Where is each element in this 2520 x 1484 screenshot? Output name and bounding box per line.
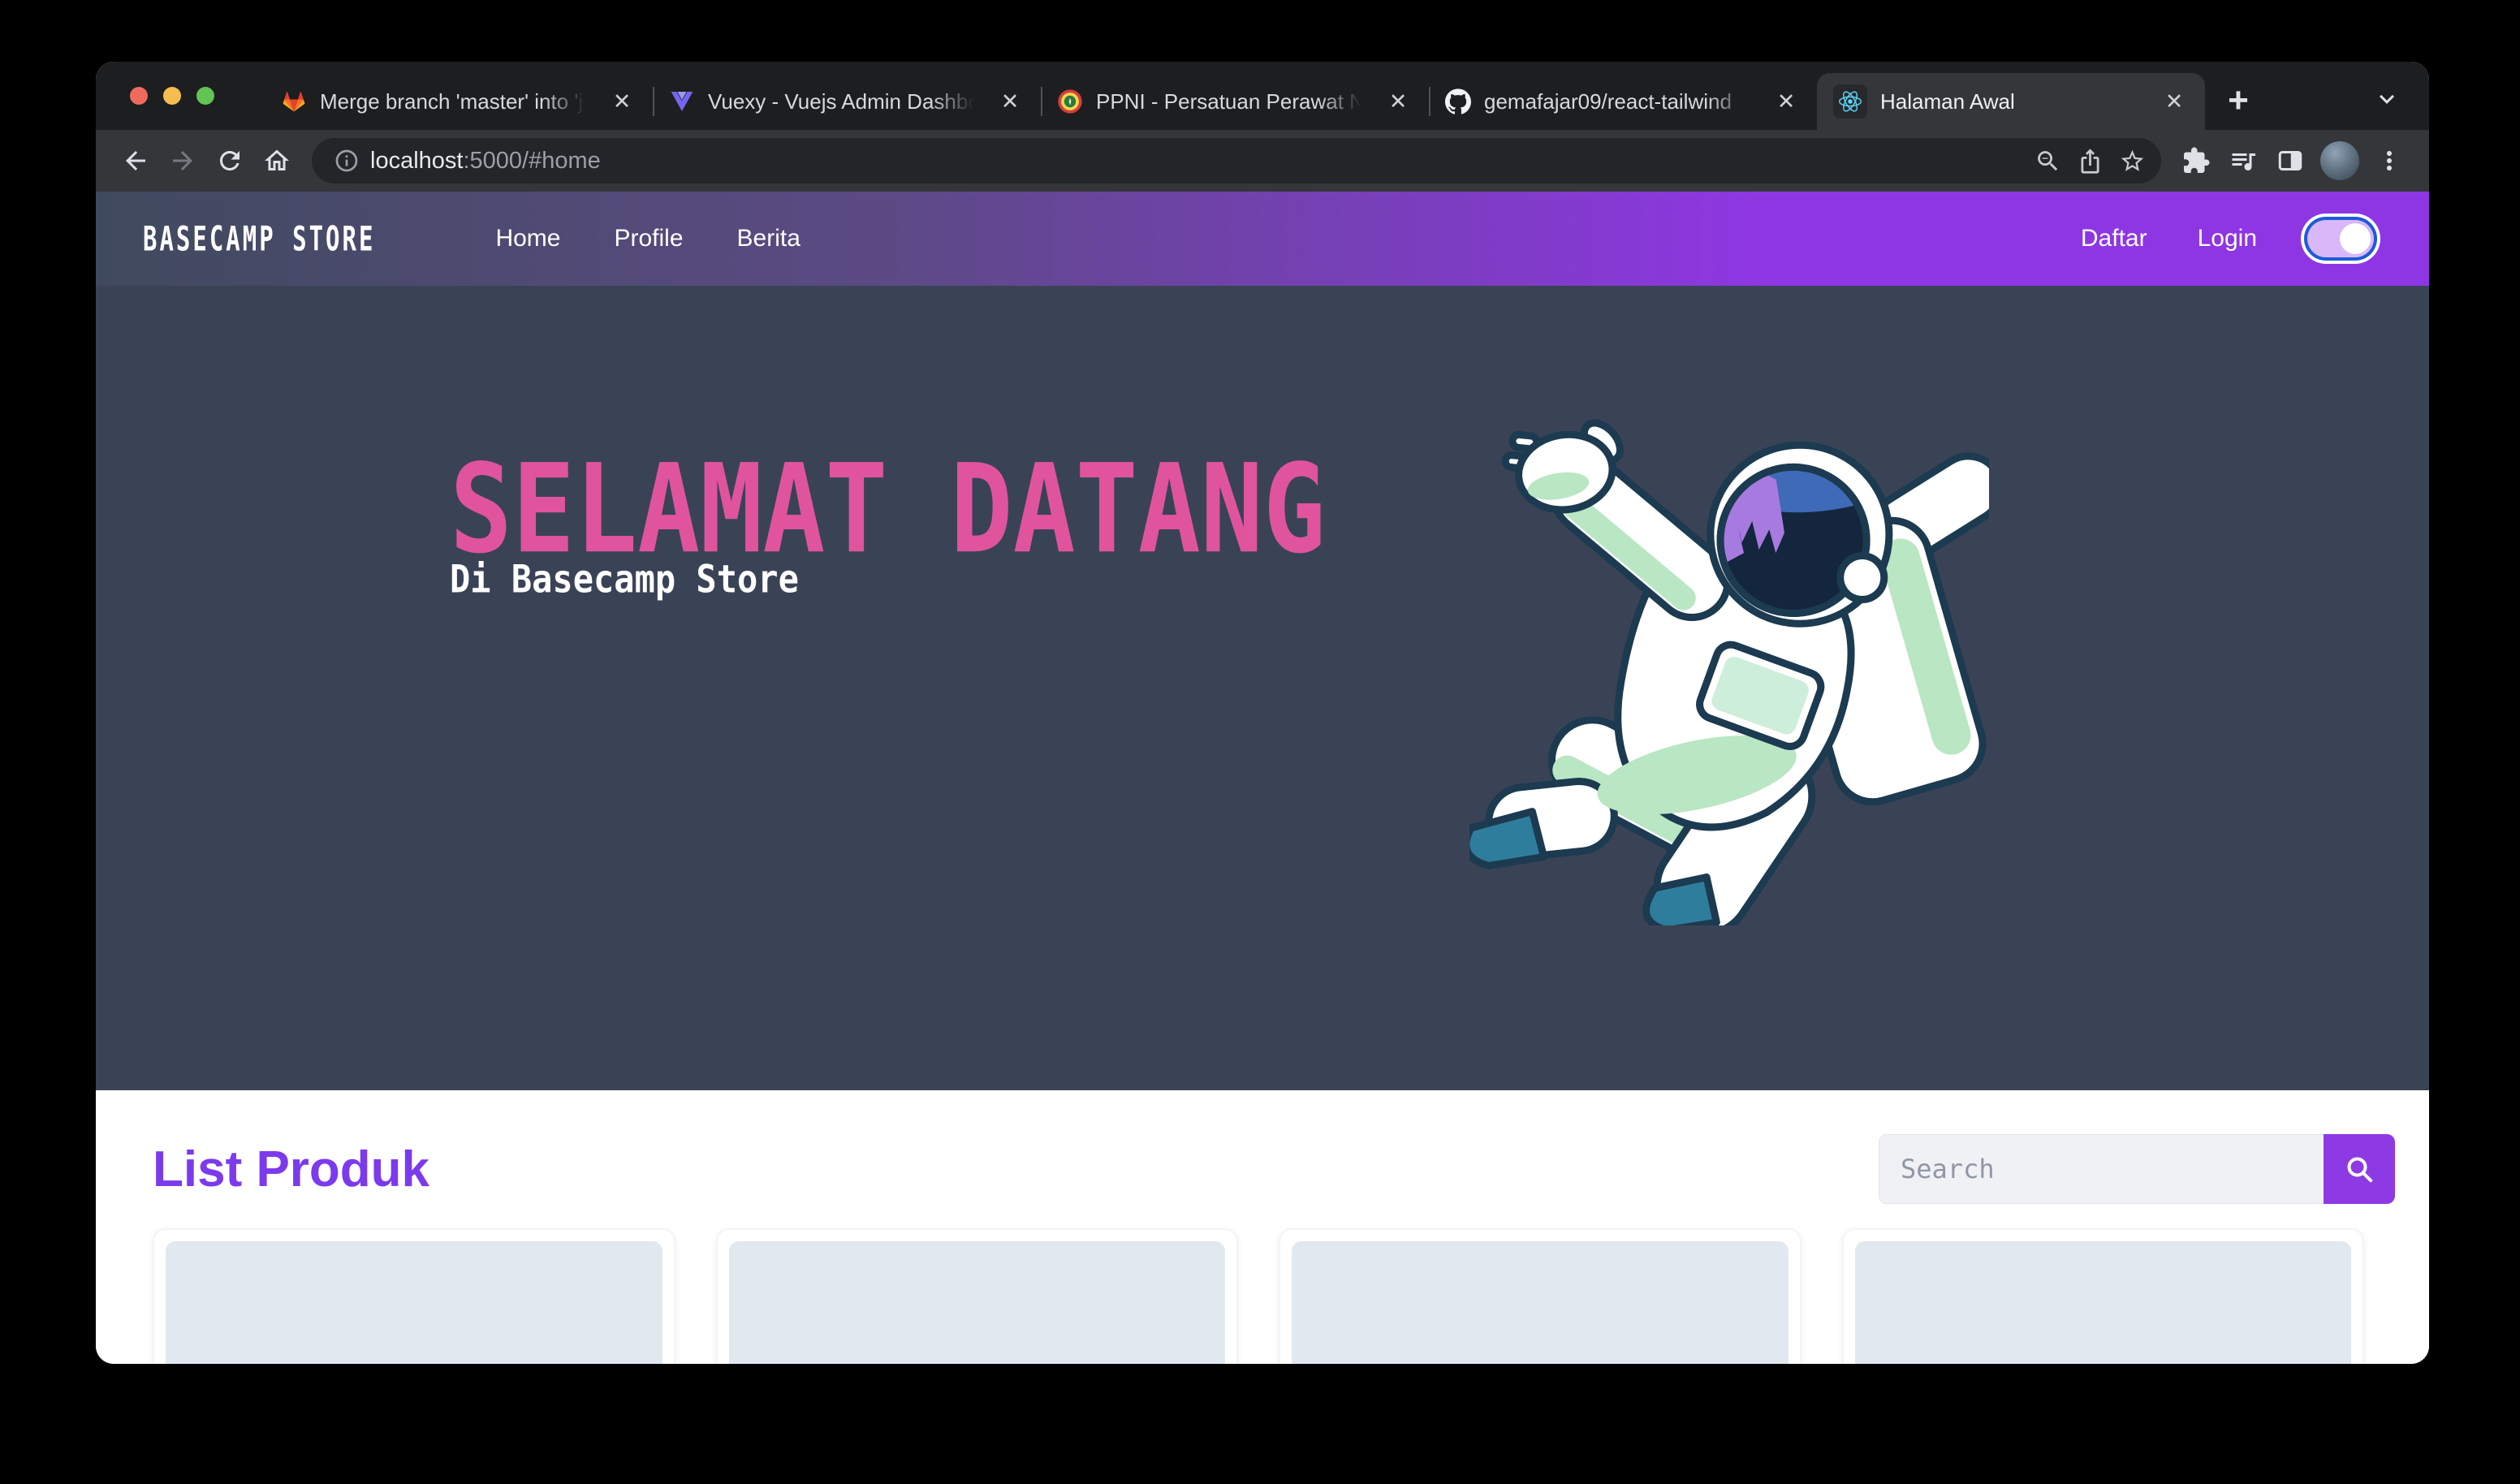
address-bar[interactable]: localhost:5000/#home — [312, 138, 2161, 183]
nav-link-home[interactable]: Home — [495, 225, 560, 252]
products-section: List Produk — [96, 1090, 2429, 1364]
zoom-out-icon[interactable] — [2026, 140, 2069, 182]
tab-title: Vuexy - Vuejs Admin Dashboard — [708, 89, 979, 114]
new-tab-button[interactable]: + — [2215, 77, 2262, 124]
ppni-icon — [1057, 88, 1083, 114]
browser-window: Merge branch 'master' into 'jiha ✕ Vuexy… — [96, 62, 2429, 1364]
react-icon — [1837, 88, 1863, 114]
media-controls-icon[interactable] — [2220, 137, 2267, 184]
search-input[interactable] — [1879, 1134, 2324, 1204]
product-card[interactable] — [1842, 1228, 2365, 1364]
extensions-puzzle-icon[interactable] — [2173, 137, 2220, 184]
astronaut-illustration — [1469, 398, 1989, 925]
product-card[interactable] — [716, 1228, 1239, 1364]
side-panel-icon[interactable] — [2267, 137, 2314, 184]
product-image-placeholder — [1855, 1241, 2352, 1364]
tab-title: Merge branch 'master' into 'jiha — [320, 89, 591, 114]
product-card[interactable] — [153, 1228, 675, 1364]
close-window-button[interactable] — [130, 87, 148, 105]
tab-close-icon[interactable]: ✕ — [992, 84, 1028, 119]
macos-traffic-lights — [130, 62, 265, 130]
search-icon — [2343, 1153, 2375, 1185]
product-image-placeholder — [729, 1241, 1226, 1364]
product-image-placeholder — [1292, 1241, 1789, 1364]
vuexy-icon — [669, 88, 695, 114]
tab-close-icon[interactable]: ✕ — [604, 84, 640, 119]
tab-vuexy[interactable]: Vuexy - Vuejs Admin Dashboard ✕ — [653, 73, 1041, 130]
back-button[interactable] — [112, 137, 159, 184]
url-path: :5000/#home — [463, 148, 600, 175]
forward-button[interactable] — [159, 137, 206, 184]
hero-subtitle: Di Basecamp Store — [450, 557, 799, 602]
gitlab-icon — [281, 88, 307, 114]
tab-gitlab-merge[interactable]: Merge branch 'master' into 'jiha ✕ — [265, 73, 653, 130]
hero-section: SELAMAT DATANG Di Basecamp Store — [96, 286, 2429, 1090]
tab-strip: Merge branch 'master' into 'jiha ✕ Vuexy… — [96, 62, 2429, 130]
nav-link-profile[interactable]: Profile — [614, 225, 683, 252]
browser-menu-kebab-icon[interactable] — [2366, 137, 2413, 184]
nav-link-daftar[interactable]: Daftar — [2081, 225, 2147, 252]
minimize-window-button[interactable] — [163, 87, 181, 105]
search-button[interactable] — [2324, 1134, 2395, 1204]
fullscreen-window-button[interactable] — [196, 87, 214, 105]
tab-title: Halaman Awal — [1880, 89, 2143, 114]
tab-title: gemafajar09/react-tailwind — [1484, 89, 1755, 114]
product-card-grid — [153, 1228, 2364, 1364]
nav-link-berita[interactable]: Berita — [737, 225, 800, 252]
search-box — [1879, 1134, 2395, 1204]
tab-search-chevron-icon[interactable] — [2369, 81, 2405, 117]
product-card[interactable] — [1279, 1228, 1802, 1364]
bookmark-star-icon[interactable] — [2111, 140, 2153, 182]
site-info-icon[interactable] — [328, 142, 365, 179]
tab-title: PPNI - Persatuan Perawat Nasio — [1096, 89, 1367, 114]
theme-toggle-switch[interactable] — [2307, 220, 2374, 257]
tab-ppni[interactable]: PPNI - Persatuan Perawat Nasio ✕ — [1041, 73, 1429, 130]
products-heading: List Produk — [153, 1141, 429, 1198]
tab-close-icon[interactable]: ✕ — [2156, 84, 2192, 119]
tabs: Merge branch 'master' into 'jiha ✕ Vuexy… — [265, 73, 2205, 130]
github-icon — [1445, 88, 1471, 114]
tab-github[interactable]: gemafajar09/react-tailwind ✕ — [1429, 73, 1817, 130]
home-button[interactable] — [253, 137, 300, 184]
nav-link-login[interactable]: Login — [2198, 225, 2257, 252]
product-image-placeholder — [166, 1241, 662, 1364]
browser-toolbar: localhost:5000/#home — [96, 130, 2429, 192]
url-host: localhost — [370, 148, 463, 175]
profile-avatar[interactable] — [2320, 141, 2359, 180]
site-navbar: BASECAMP STORE Home Profile Berita Dafta… — [96, 192, 2429, 286]
brand-logo[interactable]: BASECAMP STORE — [143, 218, 375, 258]
tab-close-icon[interactable]: ✕ — [1768, 84, 1804, 119]
tab-close-icon[interactable]: ✕ — [1380, 84, 1416, 119]
reload-button[interactable] — [206, 137, 253, 184]
share-icon[interactable] — [2069, 140, 2111, 182]
toggle-knob — [2340, 223, 2371, 254]
tab-halaman-awal-active[interactable]: Halaman Awal ✕ — [1817, 73, 2205, 130]
